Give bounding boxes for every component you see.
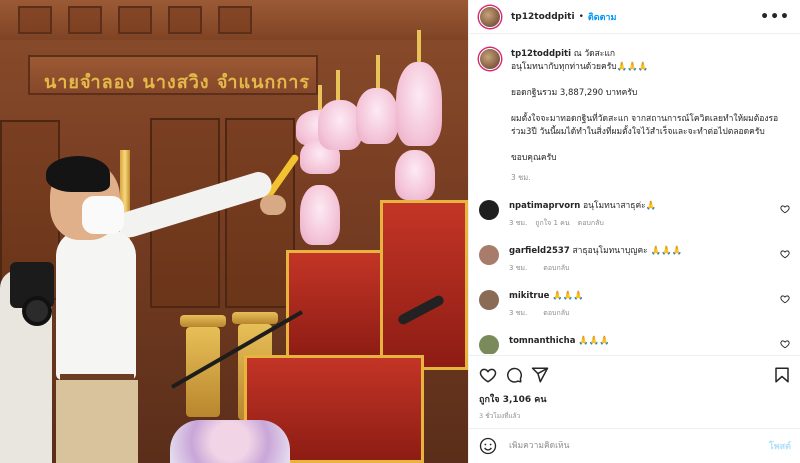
separator-dot: • [578, 11, 584, 22]
caption-time: 3 ชม. [511, 173, 531, 182]
brass-stand [180, 315, 226, 327]
comment-username[interactable]: npatimaprvorn [509, 201, 580, 211]
comment-icon[interactable] [505, 366, 523, 384]
person-hand [260, 195, 286, 215]
comment-avatar[interactable] [479, 200, 499, 220]
caption-line1: อนุโมทนากับทุกท่านด้วยครับ🙏🙏🙏 [511, 62, 649, 72]
comment-heart-icon[interactable] [780, 294, 790, 304]
flower-tier [356, 88, 398, 144]
comment-text: 🙏🙏🙏 [552, 291, 584, 301]
comment-reply-button[interactable]: ตอบกลับ [543, 264, 569, 272]
post-comment-button[interactable]: โพสต์ [769, 439, 791, 453]
post-photo[interactable]: นายจำลอง นางสวิง จำแนกการ [0, 0, 468, 463]
comment-avatar[interactable] [479, 245, 499, 265]
share-icon[interactable] [531, 366, 549, 384]
caption-username[interactable]: tp12toddpiti [511, 49, 571, 59]
wall-panel [118, 6, 152, 34]
bookmark-icon[interactable] [773, 366, 791, 384]
more-options-icon[interactable]: ••• [760, 9, 790, 25]
comment-row: garfield2537 สาธุอนุโมทนาบุญคะ 🙏🙏🙏 3 ชม. ต… [479, 245, 790, 274]
post-time: 3 ชั่วโมงที่แล้ว [479, 412, 521, 420]
comment-time: 3 ชม. [509, 264, 528, 272]
comment-username[interactable]: garfield2537 [509, 246, 570, 256]
face-mask [82, 196, 124, 234]
donor-plaque: นายจำลอง นางสวิง จำแนกการ [28, 55, 318, 95]
wooden-door [225, 118, 295, 308]
post-sidebar: tp12toddpiti • ติดตาม ••• tp12toddpiti ณ… [468, 0, 800, 463]
flower-tier [395, 150, 435, 200]
altar-table [380, 200, 468, 370]
caption-avatar[interactable] [479, 48, 501, 70]
comment-username[interactable]: mikitrue [509, 291, 549, 301]
action-bar: ถูกใจ 3,106 คน 3 ชั่วโมงที่แล้ว [469, 355, 800, 421]
brass-stand [186, 327, 220, 417]
brass-stand [232, 312, 278, 324]
comment-text: 🙏🙏🙏 [578, 336, 610, 346]
comment-avatar[interactable] [479, 290, 499, 310]
comment-time: 3 ชม. [509, 309, 528, 317]
comment-heart-icon[interactable] [780, 249, 790, 259]
likes-count[interactable]: ถูกใจ 3,106 คน [479, 392, 791, 406]
comment-heart-icon[interactable] [780, 204, 790, 214]
caption-location[interactable]: ณ วัดสะแก [574, 49, 615, 59]
comment-input[interactable] [509, 441, 769, 451]
header-username[interactable]: tp12toddpiti [511, 12, 575, 22]
comment-text: สาธุอนุโมทนาบุญคะ 🙏🙏🙏 [572, 246, 683, 256]
camera-lens [22, 296, 52, 326]
person-pants [56, 380, 138, 463]
follow-button[interactable]: ติดตาม [588, 10, 617, 24]
caption-total: ยอดกฐินรวม 3,887,290 บาทครับ [511, 88, 638, 98]
person-hair [46, 156, 110, 192]
comment-row: mikitrue 🙏🙏🙏 3 ชม. ตอบกลับ [479, 290, 790, 319]
flower-tier [300, 185, 340, 245]
avatar[interactable] [479, 5, 501, 28]
caption-thanks: ขอบคุณครับ [511, 153, 557, 163]
plaque-text: นายจำลอง นางสวิง จำแนกการ [44, 72, 310, 93]
comment-row: tomnanthicha 🙏🙏🙏 [479, 335, 790, 354]
heart-icon[interactable] [479, 366, 497, 384]
emoji-icon[interactable] [479, 437, 497, 455]
flower-tier [396, 62, 442, 146]
comments-list[interactable]: tp12toddpiti ณ วัดสะแก อนุโมทนากับทุกท่า… [469, 34, 800, 354]
comment-heart-icon[interactable] [780, 339, 790, 349]
person-shirt [56, 230, 136, 380]
comment-reply-button[interactable]: ตอบกลับ [578, 219, 604, 227]
comment-avatar[interactable] [479, 335, 499, 354]
comment-likes[interactable]: ถูกใจ 1 คน [535, 219, 569, 227]
post-header: tp12toddpiti • ติดตาม ••• [469, 0, 800, 34]
comment-row: npatimaprvorn อนุโมทนาสาธุค่ะ🙏 3 ชม. ถูกใจ… [479, 200, 790, 229]
comment-reply-button[interactable]: ตอบกลับ [543, 309, 569, 317]
wall-panel [168, 6, 202, 34]
flower-arrangement [170, 420, 290, 463]
add-comment-bar: โพสต์ [469, 428, 800, 463]
altar-table [286, 250, 386, 360]
wall-panel [18, 6, 52, 34]
comment-time: 3 ชม. [509, 219, 528, 227]
comment-text: อนุโมทนาสาธุค่ะ🙏 [583, 201, 657, 211]
caption: tp12toddpiti ณ วัดสะแก อนุโมทนากับทุกท่า… [479, 48, 790, 184]
wall-panel [218, 6, 252, 34]
comment-username[interactable]: tomnanthicha [509, 336, 575, 346]
caption-message: ผมตั้งใจจะมาทอดกฐินที่วัดสะแก จากสถานการ… [511, 114, 779, 137]
wall-panel [68, 6, 102, 34]
